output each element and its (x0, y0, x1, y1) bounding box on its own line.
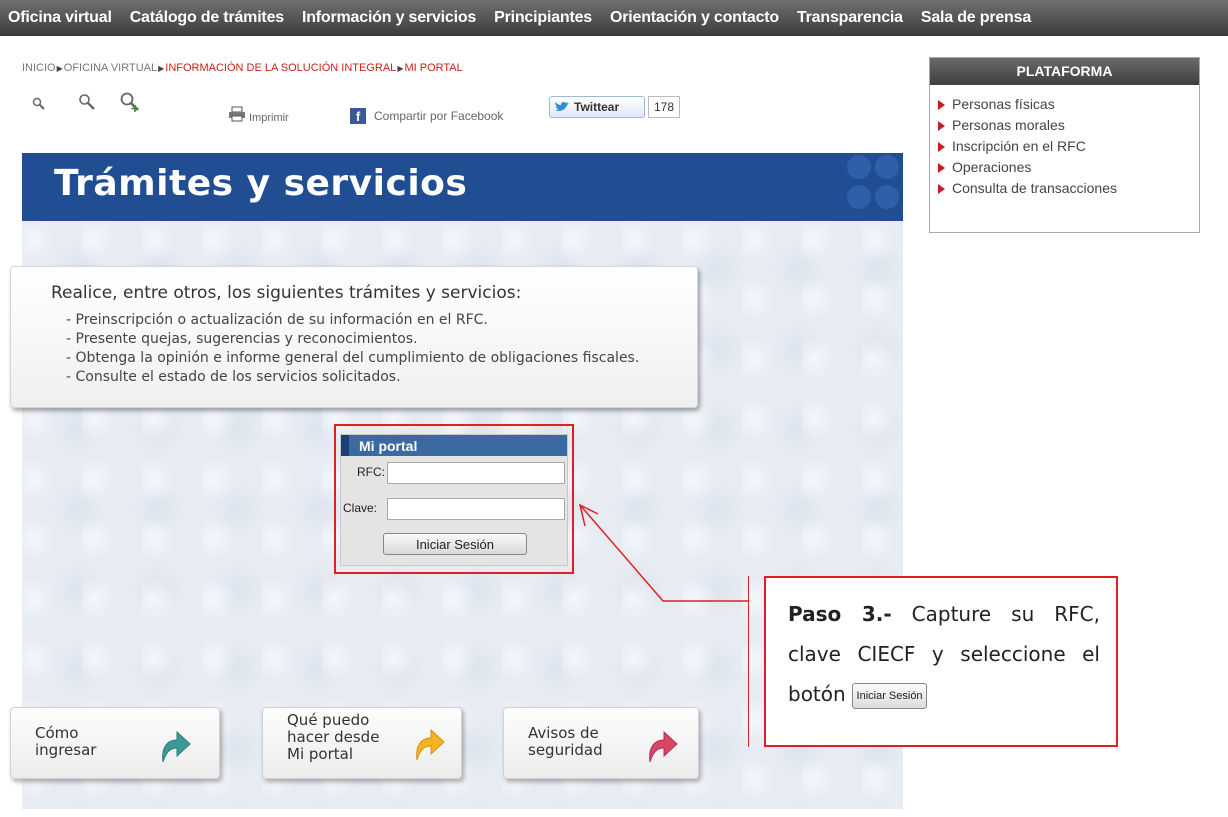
clave-label: Clave: (343, 501, 378, 515)
breadcrumb-solucion-integral[interactable]: INFORMACIÓN DE LA SOLUCIÓN INTEGRAL (165, 62, 396, 74)
button-line: Qué puedo (287, 711, 370, 729)
services-list: - Preinscripción o actualización de su i… (66, 311, 639, 387)
twitter-label: Twittear (574, 100, 620, 114)
login-title: Mi portal (359, 437, 418, 454)
sidebar-item-inscripcion-rfc[interactable]: Inscripción en el RFC (938, 136, 1199, 157)
facebook-label: Compartir por Facebook (374, 109, 504, 123)
sidebar-item-label: Personas físicas (952, 96, 1055, 112)
nav-orientacion-contacto[interactable]: Orientación y contacto (610, 9, 779, 27)
sidebar-item-label: Inscripción en el RFC (952, 138, 1086, 154)
bullet-arrow-icon (938, 183, 945, 194)
breadcrumb-mi-portal: MI PORTAL (404, 62, 463, 74)
button-line: ingresar (35, 741, 97, 759)
que-puedo-hacer-button[interactable]: Qué puedo hacer desde Mi portal (262, 707, 462, 779)
plataforma-sidebar: PLATAFORMA Personas físicas Personas mor… (929, 57, 1200, 233)
breadcrumb-oficina-virtual[interactable]: OFICINA VIRTUAL (64, 62, 157, 74)
sidebar-list: Personas físicas Personas morales Inscri… (930, 85, 1199, 199)
turn-arrow-red-icon (649, 730, 678, 763)
zoom-out-icon[interactable] (32, 97, 46, 111)
breadcrumb: INICIO▶OFICINA VIRTUAL▶INFORMACIÓN DE LA… (22, 62, 463, 74)
services-info-box: Realice, entre otros, los siguientes trá… (10, 266, 698, 408)
bullet-arrow-icon (938, 162, 945, 173)
top-navigation: Oficina virtual Catálogo de trámites Inf… (0, 0, 1228, 36)
bullet-arrow-icon (938, 120, 945, 131)
decorative-circles-icon (847, 155, 899, 209)
callout-connector-line (748, 576, 749, 747)
button-line: Avisos de (528, 724, 599, 742)
zoom-in-icon[interactable] (119, 91, 141, 113)
bullet-arrow-icon (938, 141, 945, 152)
sidebar-title: PLATAFORMA (930, 58, 1199, 85)
nav-sala-prensa[interactable]: Sala de prensa (921, 9, 1031, 27)
printer-icon (229, 106, 245, 122)
facebook-share-link[interactable]: f Compartir por Facebook (350, 108, 503, 124)
callout-step: Paso 3.- (788, 602, 892, 626)
breadcrumb-separator-icon: ▶ (397, 64, 404, 73)
zoom-reset-icon[interactable] (78, 93, 96, 111)
rfc-label: RFC: (357, 465, 385, 479)
facebook-icon: f (350, 108, 366, 124)
services-list-item: - Preinscripción o actualización de su i… (66, 312, 488, 328)
sidebar-item-personas-fisicas[interactable]: Personas físicas (938, 94, 1199, 115)
sidebar-item-label: Operaciones (952, 159, 1032, 175)
twitter-bird-icon (555, 101, 569, 111)
services-list-item: - Obtenga la opinión e informe general d… (66, 350, 640, 366)
rfc-input[interactable] (387, 462, 565, 484)
breadcrumb-separator-icon: ▶ (158, 64, 165, 73)
print-label: Imprimir (249, 112, 289, 124)
callout-text: Paso 3.- Capture su RFC, clave CIECF y s… (788, 594, 1100, 714)
nav-oficina-virtual[interactable]: Oficina virtual (8, 9, 112, 27)
page-title: Trámites y servicios (54, 163, 468, 204)
login-header: Mi portal (341, 435, 567, 456)
sidebar-item-operaciones[interactable]: Operaciones (938, 157, 1199, 178)
sidebar-item-personas-morales[interactable]: Personas morales (938, 115, 1199, 136)
button-line: hacer desde (287, 728, 380, 746)
print-link[interactable]: Imprimir (228, 104, 289, 124)
services-heading: Realice, entre otros, los siguientes trá… (51, 283, 522, 303)
button-line: seguridad (528, 741, 603, 759)
callout-button-image: Iniciar Sesión (852, 683, 928, 709)
instruction-callout: Paso 3.- Capture su RFC, clave CIECF y s… (764, 576, 1118, 747)
button-line: Mi portal (287, 745, 353, 763)
page-banner: Trámites y servicios (22, 153, 903, 221)
nav-catalogo-tramites[interactable]: Catálogo de trámites (130, 9, 284, 27)
login-button[interactable]: Iniciar Sesión (383, 533, 527, 555)
services-list-item: - Presente quejas, sugerencias y reconoc… (66, 331, 418, 347)
breadcrumb-inicio[interactable]: INICIO (22, 62, 56, 74)
nav-transparencia[interactable]: Transparencia (797, 9, 903, 27)
services-list-item: - Consulte el estado de los servicios so… (66, 369, 401, 385)
nav-informacion-servicios[interactable]: Información y servicios (302, 9, 476, 27)
como-ingresar-button[interactable]: Cómo ingresar (10, 707, 220, 779)
sidebar-item-label: Consulta de transacciones (952, 180, 1117, 196)
mi-portal-login: Mi portal RFC: Clave: Iniciar Sesión (340, 434, 568, 566)
sidebar-item-label: Personas morales (952, 117, 1065, 133)
sidebar-item-consulta-transacciones[interactable]: Consulta de transacciones (938, 178, 1199, 199)
turn-arrow-yellow-icon (416, 728, 445, 761)
clave-input[interactable] (387, 498, 565, 520)
twitter-button[interactable]: Twittear (549, 96, 645, 118)
breadcrumb-separator-icon: ▶ (56, 64, 63, 73)
button-line: Cómo (35, 724, 79, 742)
turn-arrow-teal-icon (162, 730, 191, 763)
nav-principiantes[interactable]: Principiantes (494, 9, 592, 27)
twitter-count: 178 (648, 96, 680, 118)
avisos-seguridad-button[interactable]: Avisos de seguridad (503, 707, 699, 779)
bullet-arrow-icon (938, 99, 945, 110)
header-tab-marker (341, 435, 349, 456)
